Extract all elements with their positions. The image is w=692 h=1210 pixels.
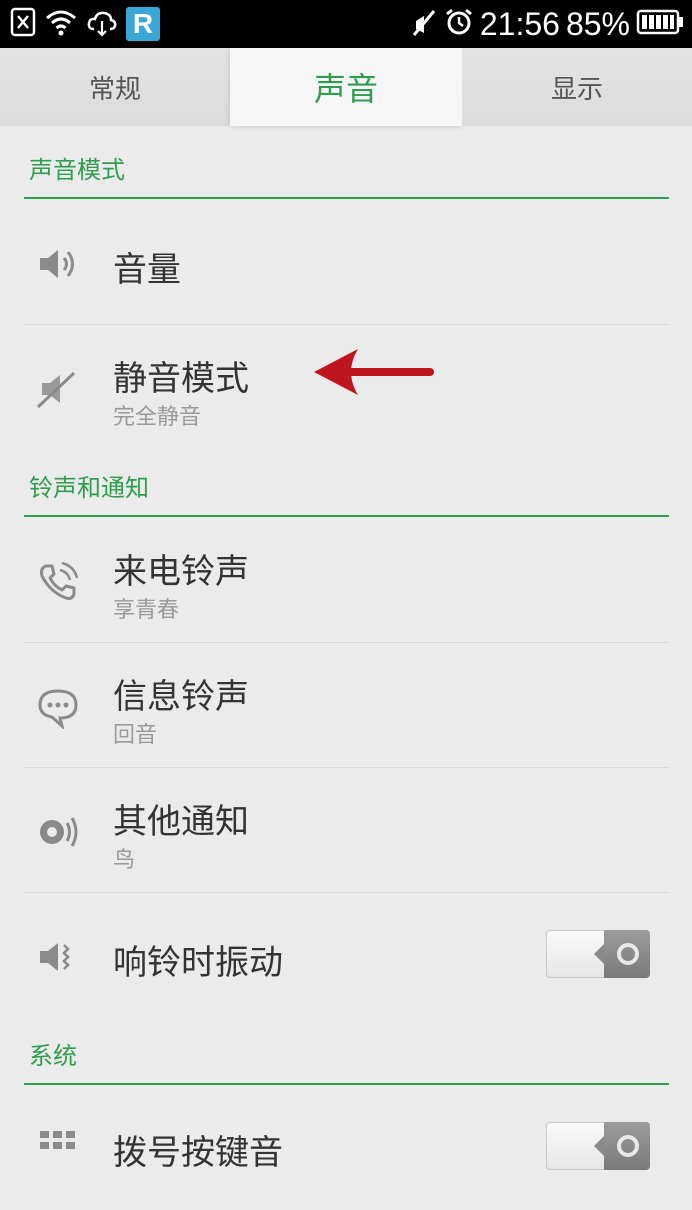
alarm-icon [444,7,474,41]
list-item-other-notification[interactable]: 其他通知 鸟 [24,768,669,893]
status-bar-right: 21:56 85% [410,6,684,42]
chat-bubble-icon [36,685,80,731]
silent-icon [410,7,438,41]
dial-tone-title: 拨号按键音 [113,1133,283,1173]
clock-text: 21:56 [479,5,560,42]
message-tone-subtitle: 回音 [113,723,158,748]
tab-sound[interactable]: 声音 [230,48,462,126]
tab-display[interactable]: 显示 [462,48,692,126]
dial-tone-toggle[interactable] [546,1122,650,1170]
sound-wave-icon [36,810,80,854]
battery-percent: 85% [565,5,630,42]
list-item-volume[interactable]: 音量 [24,200,669,325]
list-item-silent-mode[interactable]: 静音模式 完全静音 [24,325,669,450]
vibrate-on-ring-title: 响铃时振动 [113,943,283,983]
close-box-icon [10,7,36,41]
list-item-dial-tone[interactable]: 拨号按键音 [24,1085,669,1210]
section-header-sound-mode: 声音模式 [24,150,669,199]
muted-speaker-icon [36,367,80,411]
status-bar-left: R [10,6,160,42]
section-header-system: 系统 [24,1036,669,1085]
toggle-knob [594,1122,650,1170]
vibrate-icon [36,935,80,979]
app-badge: R [126,7,160,41]
cloud-sync-icon [86,7,118,41]
section-header-ringtones: 铃声和通知 [24,468,669,517]
silent-mode-subtitle: 完全静音 [113,405,202,430]
list-item-message-tone[interactable]: 信息铃声 回音 [24,643,669,768]
speaker-icon [36,242,80,286]
battery-icon [636,9,684,39]
volume-title: 音量 [113,250,181,290]
ringtone-subtitle: 享青春 [113,598,180,623]
vibrate-toggle[interactable] [546,930,650,978]
tab-general[interactable]: 常规 [0,48,230,126]
annotation-arrow-icon [310,345,434,403]
list-item-vibrate-on-ring[interactable]: 响铃时振动 [24,893,669,1018]
list-item-ringtone[interactable]: 来电铃声 享青春 [24,518,669,643]
silent-mode-title: 静音模式 [113,359,249,399]
dialpad-icon [36,1127,80,1171]
other-notification-title: 其他通知 [113,802,249,842]
wifi-icon [44,7,78,41]
ringtone-title: 来电铃声 [113,552,249,592]
other-notification-subtitle: 鸟 [113,848,136,873]
status-bar: R 21:56 85% [0,0,692,48]
toggle-knob [594,930,650,978]
message-tone-title: 信息铃声 [113,677,249,717]
tab-bar: 常规 声音 显示 [0,48,692,126]
phone-ring-icon [36,560,80,604]
